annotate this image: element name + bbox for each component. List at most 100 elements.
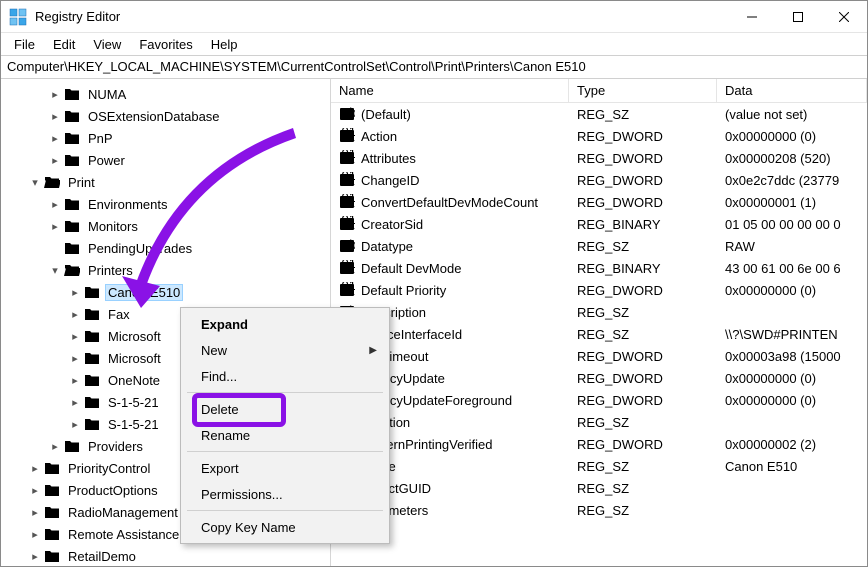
tree-node[interactable]: PendingUpgrades <box>1 237 330 259</box>
menu-file[interactable]: File <box>5 35 44 54</box>
menu-view[interactable]: View <box>84 35 130 54</box>
tree-twisty[interactable] <box>67 286 83 299</box>
column-data[interactable]: Data <box>717 79 867 102</box>
tree-node[interactable]: OSExtensionDatabase <box>1 105 330 127</box>
tree-label[interactable]: ProductOptions <box>65 482 161 499</box>
tree-twisty[interactable] <box>47 264 63 277</box>
context-menu-rename[interactable]: Rename <box>183 422 387 448</box>
value-data: 0x00000000 (0) <box>717 393 867 408</box>
tree-twisty[interactable] <box>47 154 63 167</box>
context-menu-new[interactable]: New▶ <box>183 337 387 363</box>
tree-label[interactable]: OneNote <box>105 372 163 389</box>
value-row[interactable]: (Default)REG_SZ(value not set) <box>331 103 867 125</box>
menu-favorites[interactable]: Favorites <box>130 35 201 54</box>
menu-help[interactable]: Help <box>202 35 247 54</box>
tree-label[interactable]: PnP <box>85 130 116 147</box>
tree-twisty[interactable] <box>47 198 63 211</box>
tree-label[interactable]: RetailDemo <box>65 548 139 565</box>
tree-label[interactable]: Providers <box>85 438 146 455</box>
tree-twisty[interactable] <box>47 220 63 233</box>
tree-node[interactable]: Print <box>1 171 330 193</box>
value-row[interactable]: Default DevModeREG_BINARY43 00 61 00 6e … <box>331 257 867 279</box>
tree-twisty[interactable] <box>27 550 43 563</box>
tree-label[interactable]: Print <box>65 174 98 191</box>
column-name[interactable]: Name <box>331 79 569 102</box>
tree-label[interactable]: Remote Assistance <box>65 526 182 543</box>
context-menu-expand[interactable]: Expand <box>183 311 387 337</box>
tree-twisty[interactable] <box>27 506 43 519</box>
menu-edit[interactable]: Edit <box>44 35 84 54</box>
tree-twisty[interactable] <box>27 176 43 189</box>
context-menu-delete[interactable]: Delete <box>183 396 387 422</box>
context-menu-permissions[interactable]: Permissions... <box>183 481 387 507</box>
values-header[interactable]: Name Type Data <box>331 79 867 103</box>
minimize-button[interactable] <box>729 1 775 32</box>
value-row[interactable]: Default PriorityREG_DWORD0x00000000 (0) <box>331 279 867 301</box>
tree-twisty[interactable] <box>47 440 63 453</box>
close-button[interactable] <box>821 1 867 32</box>
binary-value-icon <box>339 194 355 210</box>
tree-twisty[interactable] <box>47 132 63 145</box>
value-row[interactable]: LegacyUpdateForegroundREG_DWORD0x0000000… <box>331 389 867 411</box>
value-row[interactable]: DescriptionREG_SZ <box>331 301 867 323</box>
tree-node[interactable]: Canon E510 <box>1 281 330 303</box>
value-row[interactable]: ParametersREG_SZ <box>331 499 867 521</box>
tree-node[interactable]: NUMA <box>1 83 330 105</box>
maximize-button[interactable] <box>775 1 821 32</box>
tree-label[interactable]: Environments <box>85 196 170 213</box>
tree-label[interactable]: Power <box>85 152 128 169</box>
tree-twisty[interactable] <box>27 528 43 541</box>
tree-label[interactable]: Microsoft <box>105 328 164 345</box>
context-menu-copy-key-name[interactable]: Copy Key Name <box>183 514 387 540</box>
tree-node[interactable]: RetailDemo <box>1 545 330 566</box>
tree-label[interactable]: Monitors <box>85 218 141 235</box>
value-row[interactable]: dnsTimeoutREG_DWORD0x00003a98 (15000 <box>331 345 867 367</box>
tree-label[interactable]: PriorityControl <box>65 460 153 477</box>
tree-label[interactable]: S-1-5-21 <box>105 394 162 411</box>
tree-label[interactable]: RadioManagement <box>65 504 181 521</box>
value-row[interactable]: DeviceInterfaceIdREG_SZ\\?\SWD#PRINTEN <box>331 323 867 345</box>
tree-twisty[interactable] <box>67 418 83 431</box>
value-row[interactable]: ModernPrintingVerifiedREG_DWORD0x0000000… <box>331 433 867 455</box>
tree-twisty[interactable] <box>67 308 83 321</box>
context-menu-export[interactable]: Export <box>183 455 387 481</box>
value-row[interactable]: LocationREG_SZ <box>331 411 867 433</box>
tree-twisty[interactable] <box>47 88 63 101</box>
tree-node[interactable]: PnP <box>1 127 330 149</box>
value-row[interactable]: LegacyUpdateREG_DWORD0x00000000 (0) <box>331 367 867 389</box>
tree-label[interactable]: Printers <box>85 262 136 279</box>
value-row[interactable]: ChangeIDREG_DWORD0x0e2c7ddc (23779 <box>331 169 867 191</box>
tree-node[interactable]: Power <box>1 149 330 171</box>
column-type[interactable]: Type <box>569 79 717 102</box>
tree-label[interactable]: NUMA <box>85 86 129 103</box>
tree-node[interactable]: Monitors <box>1 215 330 237</box>
tree-twisty[interactable] <box>27 484 43 497</box>
tree-label[interactable]: Microsoft <box>105 350 164 367</box>
tree-node[interactable]: Printers <box>1 259 330 281</box>
value-row[interactable]: CreatorSidREG_BINARY01 05 00 00 00 00 0 <box>331 213 867 235</box>
value-row[interactable]: ActionREG_DWORD0x00000000 (0) <box>331 125 867 147</box>
context-menu-label: Rename <box>201 428 250 443</box>
value-row[interactable]: NameREG_SZCanon E510 <box>331 455 867 477</box>
tree-twisty[interactable] <box>67 352 83 365</box>
value-row[interactable]: ObjectGUIDREG_SZ <box>331 477 867 499</box>
tree-label[interactable]: OSExtensionDatabase <box>85 108 223 125</box>
value-row[interactable]: DatatypeREG_SZRAW <box>331 235 867 257</box>
value-data: 43 00 61 00 6e 00 6 <box>717 261 867 276</box>
address-bar[interactable]: Computer\HKEY_LOCAL_MACHINE\SYSTEM\Curre… <box>1 55 867 79</box>
values-pane[interactable]: Name Type Data (Default)REG_SZ(value not… <box>331 79 867 566</box>
tree-label[interactable]: PendingUpgrades <box>85 240 195 257</box>
tree-label[interactable]: Canon E510 <box>105 284 183 301</box>
value-type: REG_DWORD <box>569 393 717 408</box>
tree-twisty[interactable] <box>27 462 43 475</box>
value-row[interactable]: AttributesREG_DWORD0x00000208 (520) <box>331 147 867 169</box>
tree-label[interactable]: Fax <box>105 306 133 323</box>
tree-node[interactable]: Environments <box>1 193 330 215</box>
tree-twisty[interactable] <box>67 396 83 409</box>
tree-twisty[interactable] <box>47 110 63 123</box>
tree-twisty[interactable] <box>67 330 83 343</box>
tree-label[interactable]: S-1-5-21 <box>105 416 162 433</box>
value-row[interactable]: ConvertDefaultDevModeCountREG_DWORD0x000… <box>331 191 867 213</box>
tree-twisty[interactable] <box>67 374 83 387</box>
context-menu-find[interactable]: Find... <box>183 363 387 389</box>
